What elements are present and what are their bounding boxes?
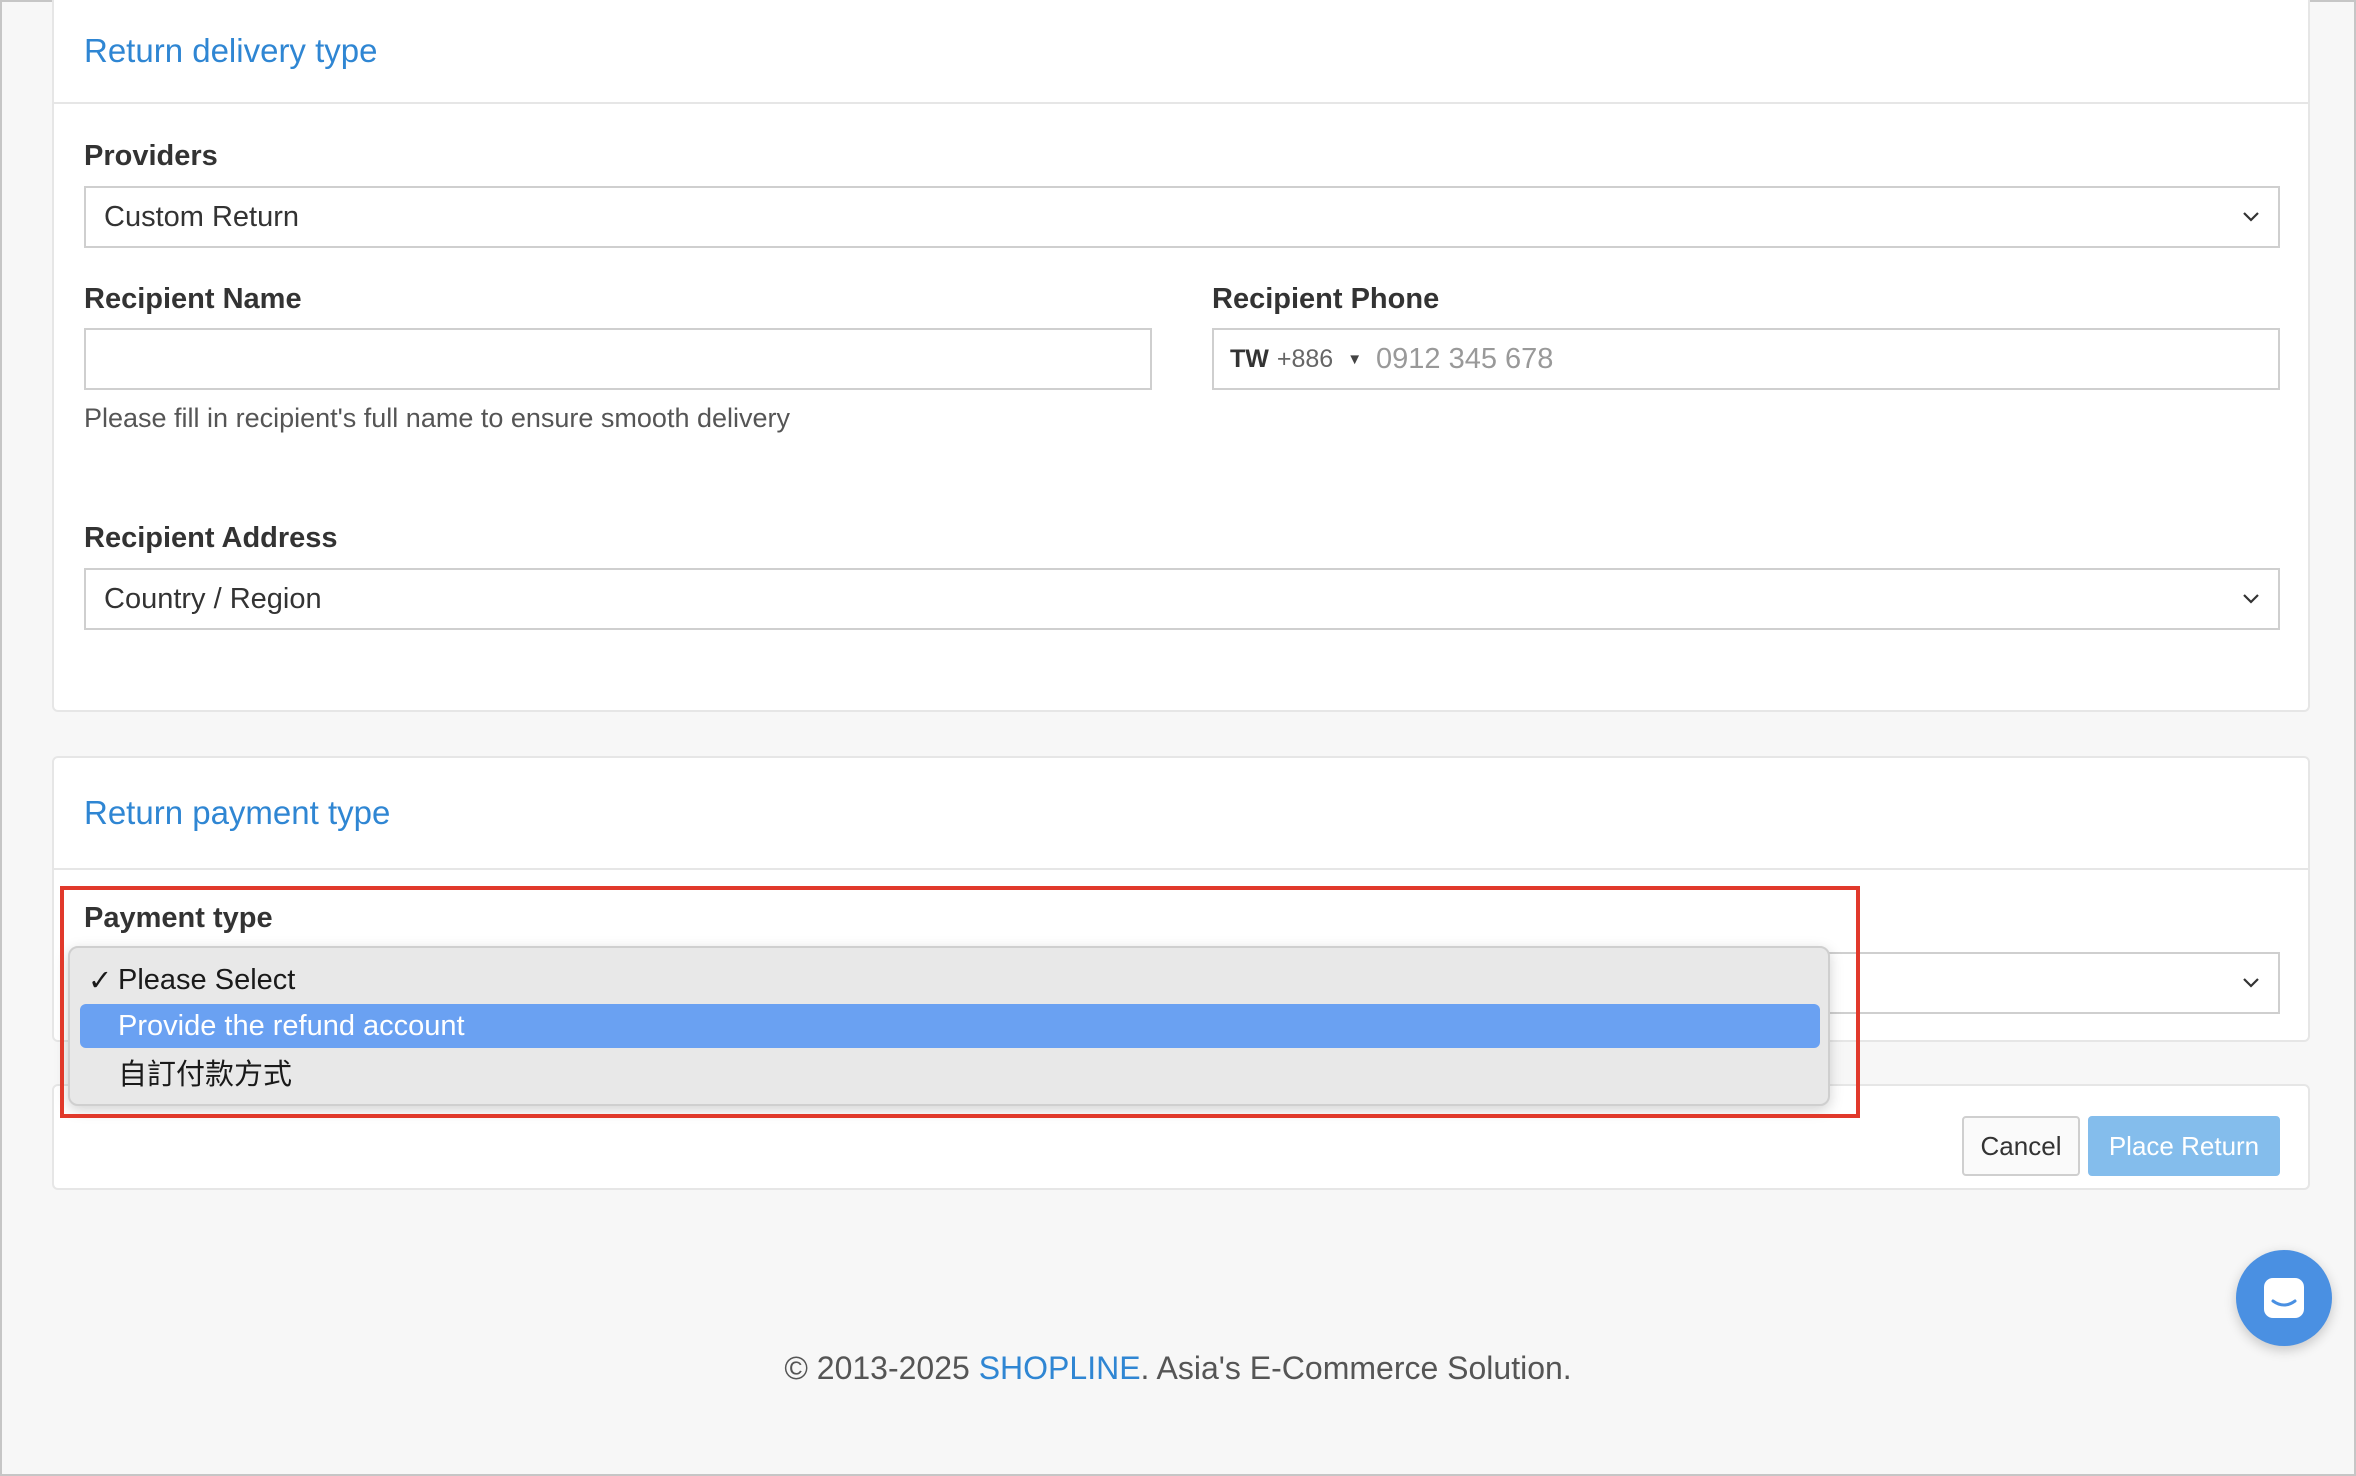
chevron-down-icon bbox=[2243, 594, 2259, 604]
cancel-button[interactable]: Cancel bbox=[1962, 1116, 2080, 1176]
caret-down-icon: ▼ bbox=[1347, 350, 1363, 368]
footer-copyright: © 2013-2025 SHOPLINE. Asia's E-Commerce … bbox=[0, 1350, 2356, 1387]
place-return-button[interactable]: Place Return bbox=[2088, 1116, 2280, 1176]
recipient-phone-input[interactable]: TW +886 ▼ 0912 345 678 bbox=[1212, 328, 2280, 390]
return-payment-title: Return payment type bbox=[54, 758, 2308, 870]
recipient-phone-label: Recipient Phone bbox=[1212, 283, 1440, 315]
phone-country-selector[interactable]: TW +886 ▼ bbox=[1230, 330, 1362, 388]
footer-prefix: © 2013-2025 bbox=[784, 1350, 979, 1386]
chat-button[interactable] bbox=[2236, 1250, 2332, 1346]
phone-placeholder: 0912 345 678 bbox=[1376, 342, 1554, 375]
recipient-name-input[interactable] bbox=[84, 328, 1152, 390]
phone-dial-code: +886 bbox=[1276, 344, 1334, 373]
country-region-value: Country / Region bbox=[104, 582, 322, 615]
providers-label: Providers bbox=[84, 140, 218, 172]
chevron-down-icon bbox=[2243, 978, 2259, 988]
recipient-name-label: Recipient Name bbox=[84, 283, 302, 315]
chevron-down-icon bbox=[2243, 212, 2259, 222]
return-delivery-card: Return delivery type Providers Custom Re… bbox=[52, 0, 2310, 712]
footer-suffix: . Asia's E-Commerce Solution. bbox=[1140, 1350, 1572, 1386]
providers-select[interactable]: Custom Return bbox=[84, 186, 2280, 248]
country-region-select[interactable]: Country / Region bbox=[84, 568, 2280, 630]
chat-icon bbox=[2264, 1278, 2304, 1318]
recipient-address-label: Recipient Address bbox=[84, 522, 338, 554]
return-delivery-title: Return delivery type bbox=[54, 0, 2308, 104]
phone-country-code: TW bbox=[1230, 344, 1269, 373]
highlight-box bbox=[60, 886, 1860, 1118]
providers-select-value: Custom Return bbox=[104, 200, 300, 233]
recipient-name-hint: Please fill in recipient's full name to … bbox=[84, 403, 790, 433]
footer-brand-link[interactable]: SHOPLINE bbox=[979, 1350, 1141, 1386]
